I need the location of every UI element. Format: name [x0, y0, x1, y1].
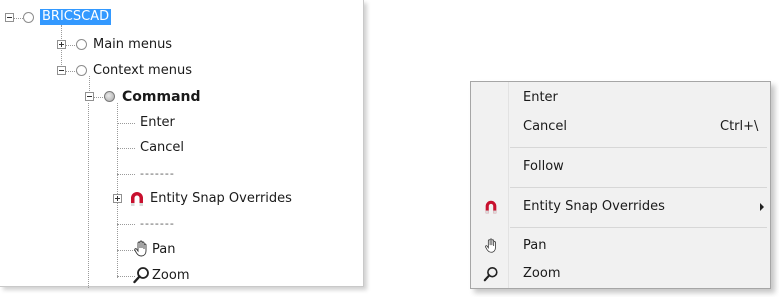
magnifier-icon [483, 266, 498, 282]
menu-item-label: Entity Snap Overrides [523, 199, 665, 214]
tree-item-zoom[interactable]: Zoom [152, 268, 189, 284]
node-circle-icon [76, 39, 87, 50]
menu-shortcut: Ctrl+\ [720, 119, 759, 134]
tree-item-pan[interactable]: Pan [152, 242, 175, 258]
tree-connector [117, 103, 118, 278]
tree-connector [88, 103, 89, 288]
menu-item-label: Cancel [523, 119, 568, 134]
customize-tree-panel: BRICSCAD Main menus Context menus Comman… [0, 0, 364, 288]
tree-connector [117, 174, 135, 175]
tree-item-enter[interactable]: Enter [140, 115, 175, 131]
tree-item-separator[interactable]: ------- [140, 166, 175, 182]
tree-item-main-menus[interactable]: Main menus [93, 37, 172, 53]
tree-connector [117, 224, 135, 225]
menu-item-enter[interactable]: Enter [471, 85, 770, 111]
menu-separator [510, 227, 767, 228]
menu-item-label: Zoom [523, 266, 561, 281]
tree-item-cancel[interactable]: Cancel [140, 140, 184, 156]
expand-icon[interactable] [57, 40, 66, 49]
tree-connector [13, 18, 23, 19]
collapse-icon[interactable] [5, 13, 14, 22]
menu-item-follow[interactable]: Follow [471, 154, 770, 180]
magnifier-icon [133, 267, 149, 284]
tree-connector [117, 123, 135, 124]
submenu-arrow-icon [760, 203, 764, 211]
menu-item-pan[interactable]: Pan [471, 233, 770, 259]
tree-item-separator[interactable]: ------- [140, 216, 175, 232]
collapse-icon[interactable] [57, 66, 66, 75]
magnet-icon [485, 200, 497, 214]
context-menu: Enter Cancel Ctrl+\ Follow Entity Snap O… [470, 81, 771, 289]
tree-root-bricscad[interactable]: BRICSCAD [40, 9, 112, 25]
tree-item-entity-snap-overrides[interactable]: Entity Snap Overrides [150, 191, 292, 207]
menu-item-label: Follow [523, 159, 564, 174]
node-circle-icon [23, 12, 34, 23]
hand-icon [485, 238, 496, 253]
menu-item-label: Pan [523, 238, 547, 253]
menu-item-entity-snap-overrides[interactable]: Entity Snap Overrides [471, 194, 770, 220]
menu-item-cancel[interactable]: Cancel Ctrl+\ [471, 114, 770, 140]
tree-item-context-menus[interactable]: Context menus [93, 63, 192, 79]
hand-icon [134, 240, 147, 257]
menu-separator [510, 187, 767, 188]
collapse-icon[interactable] [85, 92, 94, 101]
menu-separator [510, 147, 767, 148]
magnet-icon [131, 192, 143, 206]
node-circle-icon [104, 91, 115, 102]
tree-item-command[interactable]: Command [122, 89, 201, 105]
menu-item-zoom[interactable]: Zoom [471, 261, 770, 287]
tree-connector [117, 148, 135, 149]
node-circle-icon [76, 65, 87, 76]
expand-icon[interactable] [113, 194, 122, 203]
menu-item-label: Enter [523, 90, 558, 105]
